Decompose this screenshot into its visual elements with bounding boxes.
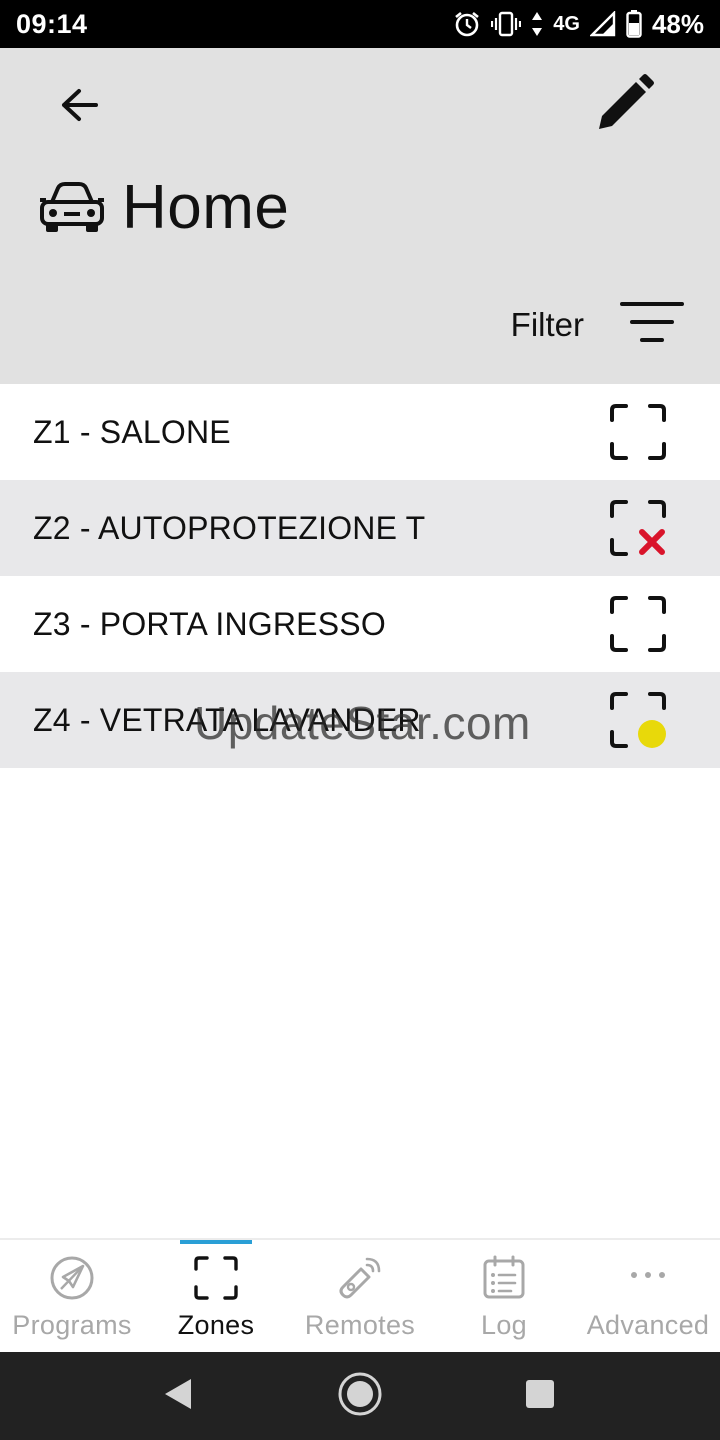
nav-label: Advanced — [586, 1310, 710, 1340]
page-title: Home — [122, 173, 290, 242]
square-recents-icon — [524, 1378, 556, 1415]
nav-log[interactable]: Log — [432, 1240, 576, 1352]
circle-home-icon — [336, 1370, 384, 1423]
zone-status-normal-icon — [608, 402, 668, 462]
nav-label: Programs — [12, 1310, 132, 1340]
status-icons: 4G 48% — [453, 9, 704, 40]
filter-button[interactable]: Filter — [511, 300, 684, 349]
triangle-back-icon — [161, 1376, 195, 1417]
more-dots-icon — [624, 1254, 672, 1302]
nav-label: Log — [481, 1310, 527, 1340]
status-bar: 09:14 4G 48% — [0, 0, 720, 48]
vibrate-icon — [491, 11, 522, 37]
status-time: 09:14 — [16, 8, 88, 39]
battery-percent: 48% — [651, 8, 704, 39]
zone-status-normal-icon — [608, 594, 668, 654]
alarm-clock-icon — [453, 10, 481, 38]
log-list-icon — [480, 1254, 528, 1302]
nav-advanced[interactable]: Advanced — [576, 1240, 720, 1352]
zone-row-z4[interactable]: Z4 - VETRATA LAVANDER — [0, 672, 720, 768]
nav-zones[interactable]: Zones — [144, 1240, 288, 1352]
system-recents-button[interactable] — [516, 1372, 564, 1420]
zone-frame-icon — [192, 1254, 240, 1302]
pencil-icon — [593, 73, 655, 140]
system-nav-bar — [0, 1352, 720, 1440]
data-arrows-icon — [531, 11, 543, 37]
back-button[interactable] — [50, 78, 108, 136]
title-row: Home — [38, 172, 289, 243]
battery-icon — [626, 10, 642, 38]
compass-icon — [48, 1254, 96, 1302]
filter-lines-icon — [620, 300, 684, 349]
zone-label: Z4 - VETRATA LAVANDER — [33, 701, 421, 738]
nav-label: Zones — [177, 1310, 255, 1340]
zone-label: Z2 - AUTOPROTEZIONE T — [33, 509, 426, 546]
nav-remotes[interactable]: Remotes — [288, 1240, 432, 1352]
filter-label: Filter — [510, 305, 584, 343]
bottom-nav: Programs Zones Remotes Log Advanced — [0, 1238, 720, 1352]
zone-list: Z1 - SALONE Z2 - AUTOPROTEZIONE T Z3 - P… — [0, 384, 720, 768]
nav-programs[interactable]: Programs — [0, 1240, 144, 1352]
signal-icon — [589, 11, 616, 37]
app-header: Home Filter — [0, 48, 720, 384]
zone-row-z1[interactable]: Z1 - SALONE — [0, 384, 720, 480]
zone-label: Z1 - SALONE — [33, 413, 231, 450]
system-home-button[interactable] — [336, 1372, 384, 1420]
nav-label: Remotes — [304, 1310, 416, 1340]
arrow-left-icon — [59, 87, 99, 128]
zone-status-fault-icon — [608, 498, 668, 558]
edit-button[interactable] — [590, 72, 658, 140]
zone-label: Z3 - PORTA INGRESSO — [33, 605, 386, 642]
zone-row-z2[interactable]: Z2 - AUTOPROTEZIONE T — [0, 480, 720, 576]
system-back-button[interactable] — [154, 1372, 202, 1420]
zone-status-warning-icon — [608, 690, 668, 750]
remote-tag-icon — [336, 1254, 384, 1302]
active-tab-indicator — [180, 1240, 252, 1244]
car-icon — [38, 180, 106, 236]
zone-row-z3[interactable]: Z3 - PORTA INGRESSO — [0, 576, 720, 672]
network-type: 4G — [553, 12, 580, 35]
